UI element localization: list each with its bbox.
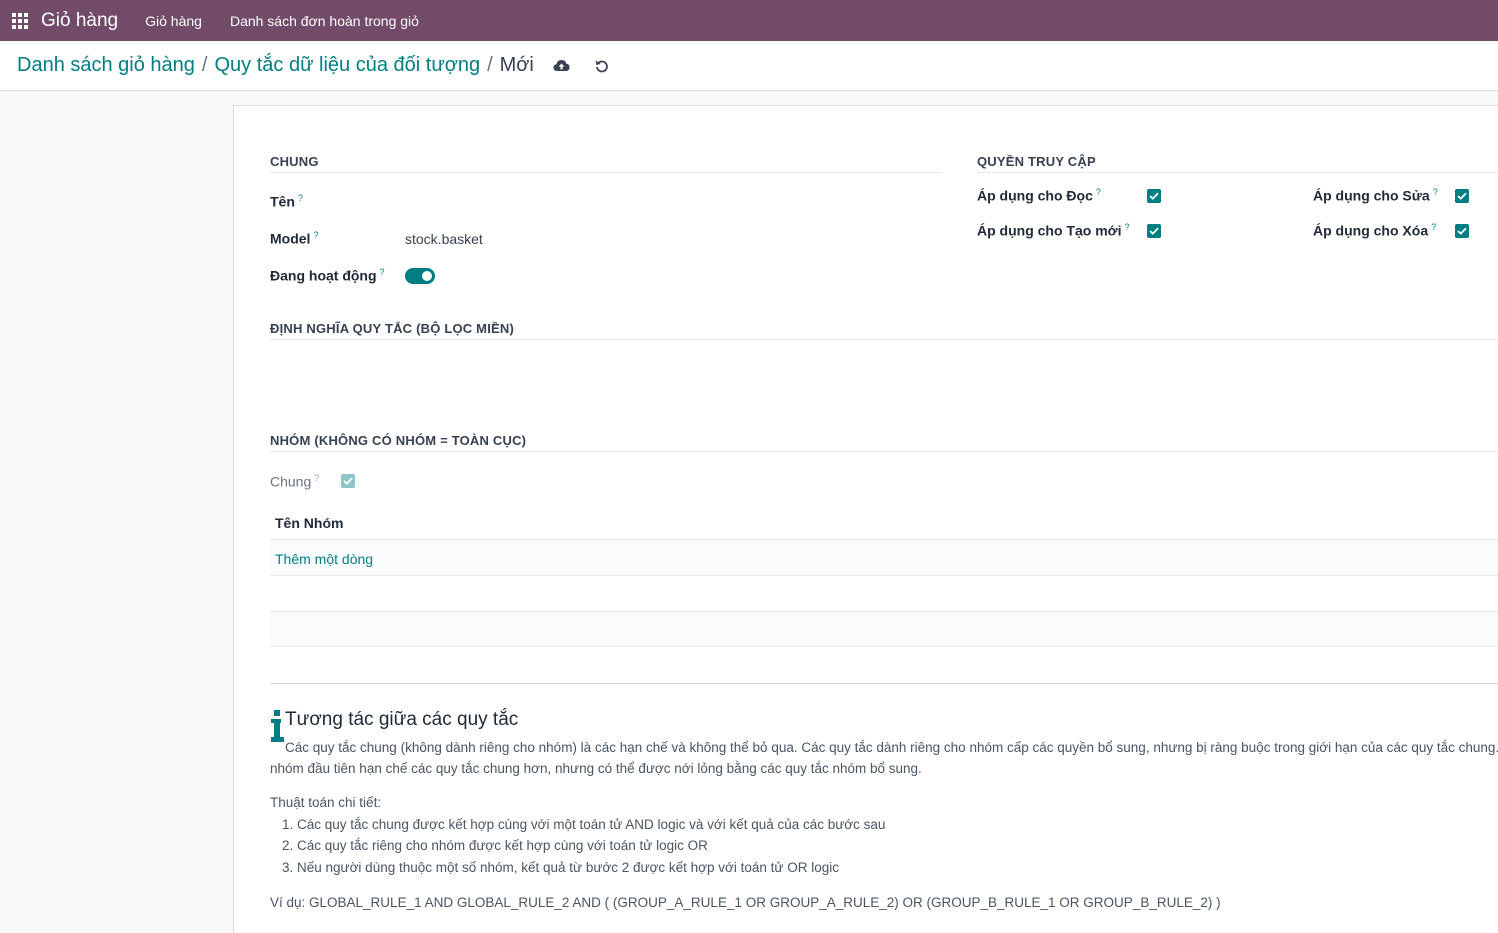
breadcrumb-separator: / — [487, 54, 493, 76]
info-icon — [270, 710, 284, 742]
app-brand[interactable]: Giỏ hàng — [41, 10, 118, 32]
read-checkbox[interactable] — [1147, 189, 1161, 203]
add-line-row — [270, 540, 1498, 575]
example-text: Ví dụ: GLOBAL_RULE_1 AND GLOBAL_RULE_2 A… — [270, 895, 1221, 910]
write-checkbox[interactable] — [1455, 189, 1469, 203]
help-tooltip-icon[interactable]: ? — [1125, 222, 1130, 232]
control-panel: Danh sách giỏ hàng / Quy tắc dữ liệu của… — [0, 41, 1498, 91]
help-title: Tương tác giữa các quy tắc — [285, 709, 519, 730]
write-label: Áp dụng cho Sửa? — [1313, 187, 1438, 204]
domain-divider — [270, 339, 1498, 340]
model-label: Model? — [270, 230, 319, 247]
help-divider — [270, 683, 1498, 684]
table-empty-row — [270, 612, 1498, 646]
model-value[interactable]: stock.basket — [405, 231, 483, 247]
save-cloud-icon[interactable] — [550, 54, 574, 78]
algorithm-step: 1. Các quy tắc chung được kết hợp cùng v… — [282, 817, 886, 832]
breadcrumb-record-rules[interactable]: Quy tắc dữ liệu của đối tượng — [214, 54, 480, 77]
algorithm-step: 2. Các quy tắc riêng cho nhóm được kết h… — [282, 838, 708, 853]
help-tooltip-icon[interactable]: ? — [298, 193, 303, 203]
active-toggle[interactable] — [405, 268, 435, 284]
algorithm-step: 3. Nếu người dùng thuộc một số nhóm, kết… — [282, 860, 839, 875]
name-input[interactable] — [405, 193, 925, 213]
global-label: Chung? — [270, 473, 320, 490]
breadcrumb-basket-list[interactable]: Danh sách giỏ hàng — [17, 54, 195, 77]
help-tooltip-icon[interactable]: ? — [313, 230, 318, 240]
active-label: Đang hoạt động? — [270, 267, 385, 284]
create-label: Áp dụng cho Tạo mới? — [977, 222, 1130, 239]
access-divider — [977, 172, 1498, 173]
table-row-divider — [270, 575, 1498, 576]
name-label: Tên? — [270, 193, 303, 210]
create-checkbox[interactable] — [1147, 224, 1161, 238]
global-checkbox — [341, 474, 355, 488]
discard-undo-icon[interactable] — [590, 54, 614, 78]
unlink-checkbox[interactable] — [1455, 224, 1469, 238]
domain-editor[interactable] — [270, 346, 1498, 426]
help-tooltip-icon[interactable]: ? — [1096, 187, 1101, 197]
access-section-title: QUYỀN TRUY CẬP — [977, 154, 1096, 169]
top-navbar: Giỏ hàng Giỏ hàng Danh sách đơn hoàn tro… — [0, 0, 1498, 41]
groups-divider — [270, 451, 1498, 452]
add-line-link[interactable]: Thêm một dòng — [275, 551, 373, 567]
help-paragraph-line: nhóm đầu tiên hạn chế các quy tắc chung … — [270, 761, 922, 776]
breadcrumb-separator: / — [201, 54, 208, 76]
menu-item-return-list[interactable]: Danh sách đơn hoàn trong giỏ — [230, 13, 419, 29]
groups-section-title: NHÓM (KHÔNG CÓ NHÓM = TOÀN CỤC) — [270, 433, 527, 448]
help-paragraph-line: Các quy tắc chung (không dành riêng cho … — [285, 740, 1498, 755]
group-name-column-header[interactable]: Tên Nhóm — [275, 515, 343, 531]
general-section-title: CHUNG — [270, 154, 319, 169]
read-label: Áp dụng cho Đọc? — [977, 187, 1101, 204]
help-tooltip-icon[interactable]: ? — [314, 473, 319, 483]
help-tooltip-icon[interactable]: ? — [1431, 222, 1436, 232]
general-divider — [270, 172, 942, 173]
help-tooltip-icon[interactable]: ? — [380, 267, 385, 277]
menu-item-baskets[interactable]: Giỏ hàng — [145, 13, 202, 29]
apps-menu-icon[interactable] — [12, 12, 28, 29]
algorithm-title: Thuật toán chi tiết: — [270, 795, 382, 810]
unlink-label: Áp dụng cho Xóa? — [1313, 222, 1437, 239]
form-sheet: CHUNG Tên? Model? stock.basket Đang hoạt… — [233, 105, 1498, 933]
help-tooltip-icon[interactable]: ? — [1433, 187, 1438, 197]
domain-section-title: ĐỊNH NGHĨA QUY TẮC (BỘ LỌC MIỀN) — [270, 321, 515, 336]
table-row-divider — [270, 646, 1498, 647]
breadcrumb-current: Mới — [499, 54, 534, 76]
